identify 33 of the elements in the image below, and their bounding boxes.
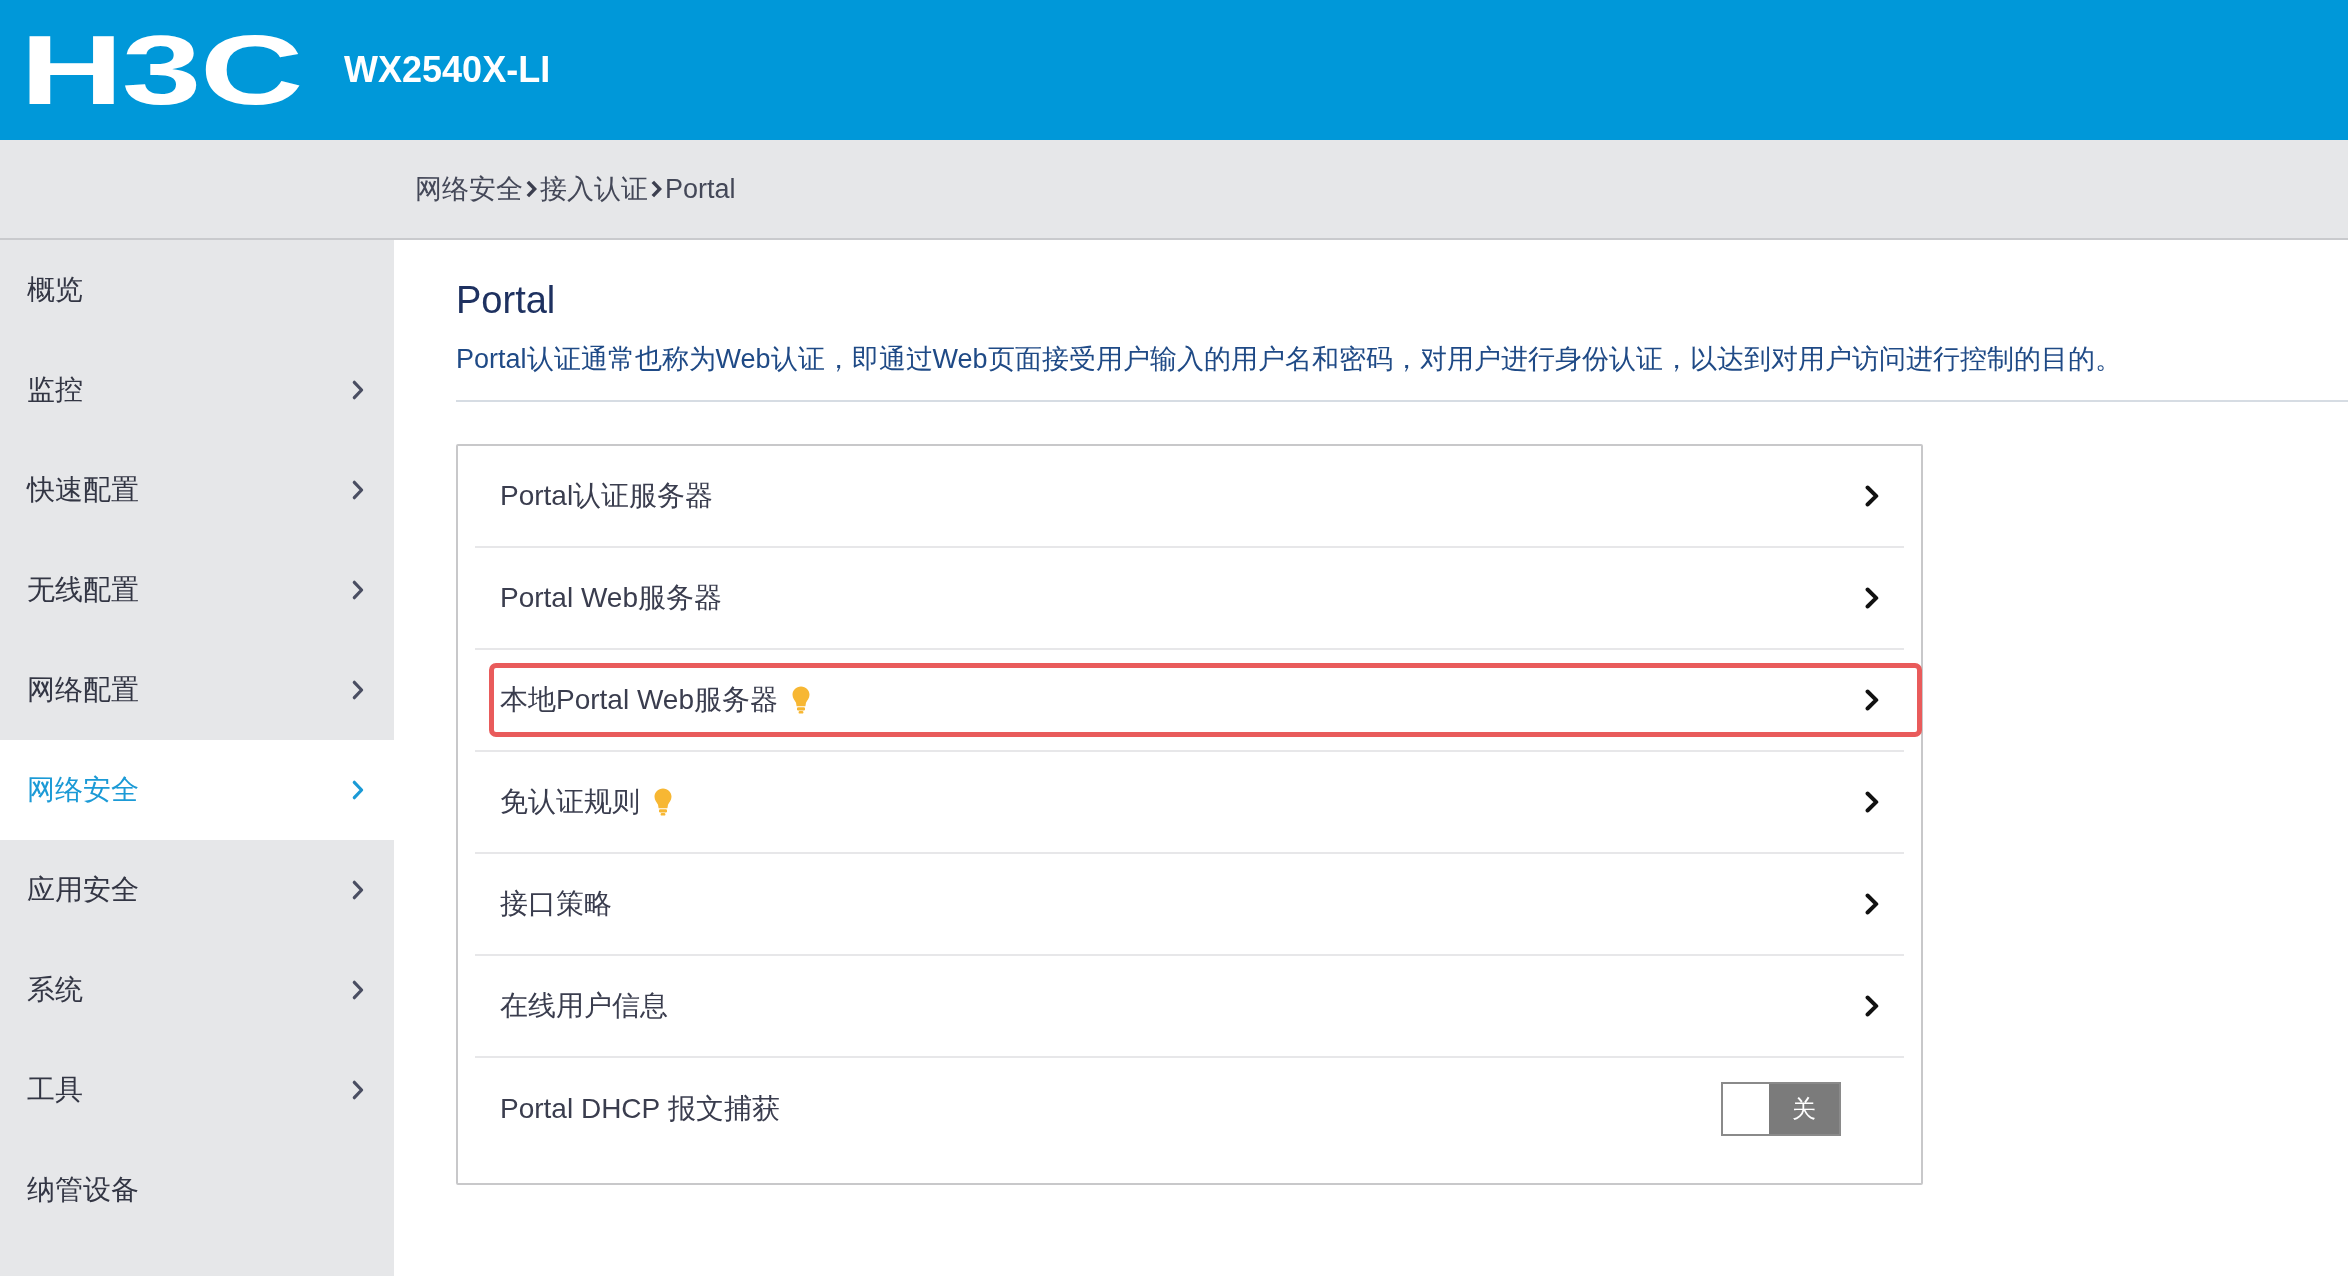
toggle-knob — [1723, 1084, 1769, 1134]
menu-row[interactable]: Portal认证服务器 — [475, 446, 1904, 548]
chevron-right-icon — [526, 180, 537, 198]
setting-label: Portal DHCP 报文捕获 — [500, 1092, 780, 1126]
sidebar-item[interactable]: 无线配置 — [0, 540, 394, 640]
chevron-right-icon — [1865, 485, 1879, 507]
page-description: Portal认证通常也称为Web认证，即通过Web页面接受用户输入的用户名和密码，对用户进行身份认证，以达到对用户访问进行控制的目的。 — [456, 343, 2123, 376]
breadcrumb-current: Portal — [665, 172, 736, 206]
menu-row[interactable]: Portal Web服务器 — [475, 548, 1904, 650]
sidebar-item[interactable]: 网络配置 — [0, 640, 394, 740]
menu-row[interactable]: 免认证规则 — [475, 752, 1904, 854]
menu-row[interactable]: 在线用户信息 — [475, 956, 1904, 1058]
device-model: WX2540X-LI — [344, 48, 551, 92]
menu-row[interactable]: 接口策略 — [475, 854, 1904, 956]
chevron-right-icon — [1865, 893, 1879, 915]
sidebar-item[interactable]: 概览 — [0, 240, 394, 340]
sidebar-item[interactable]: 纳管设备 — [0, 1140, 394, 1240]
breadcrumb-link[interactable]: 接入认证 — [540, 168, 648, 210]
chevron-right-icon — [651, 180, 662, 198]
chevron-right-icon — [1865, 587, 1879, 609]
page-title: Portal — [456, 278, 557, 323]
sidebar-item[interactable]: 工具 — [0, 1040, 394, 1140]
logo: H3C — [20, 34, 302, 106]
menu-row[interactable]: 本地Portal Web服务器 — [475, 650, 1904, 752]
toggle-switch[interactable]: 关 — [1721, 1082, 1841, 1136]
chevron-right-icon — [1865, 791, 1879, 813]
sidebar-item[interactable]: 快速配置 — [0, 440, 394, 540]
chevron-right-icon — [1865, 995, 1879, 1017]
sidebar-item[interactable]: 监控 — [0, 340, 394, 440]
chevron-right-icon — [1865, 689, 1879, 711]
sidebar-item[interactable]: 系统 — [0, 940, 394, 1040]
breadcrumb-link[interactable]: 网络安全 — [415, 168, 523, 210]
sidebar-item[interactable]: 应用安全 — [0, 840, 394, 940]
